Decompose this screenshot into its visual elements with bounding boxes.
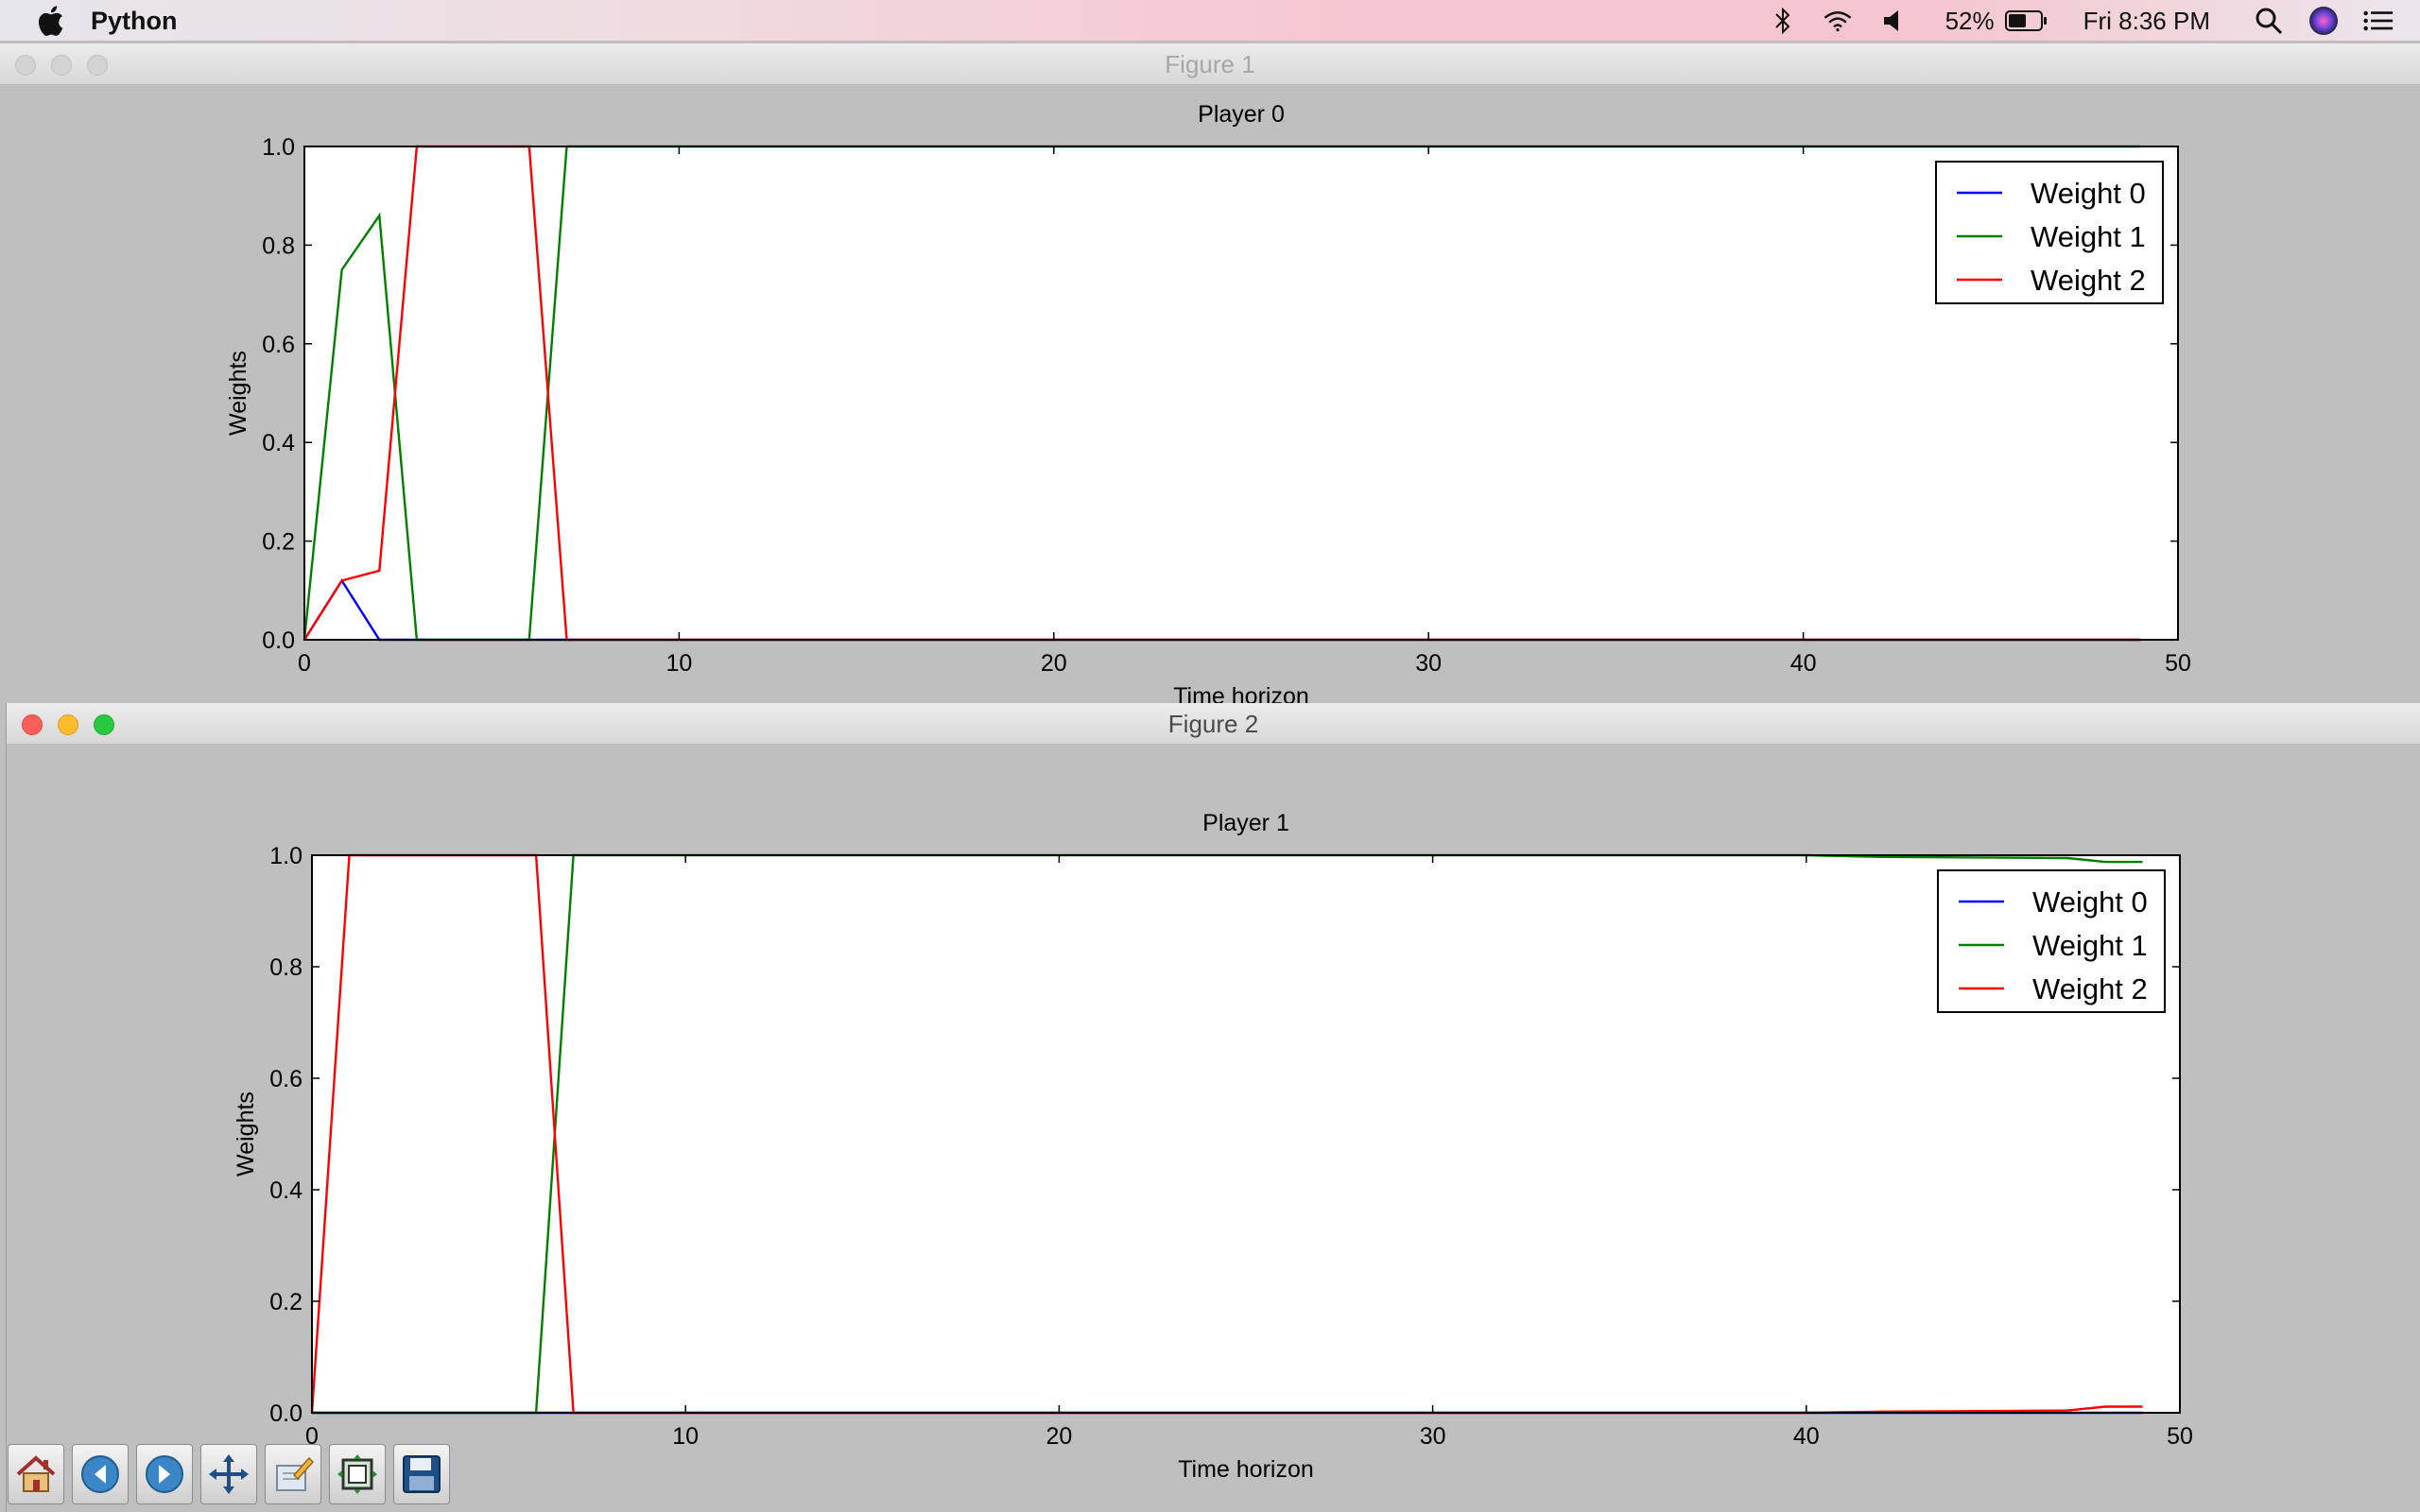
- legend-label: Weight 0: [2032, 885, 2148, 919]
- x-tick-label: 20: [1041, 650, 1067, 677]
- x-tick-label: 40: [1793, 1423, 1820, 1450]
- legend-label: Weight 2: [2032, 972, 2148, 1005]
- navigation-toolbar: [8, 1444, 450, 1510]
- figure-2-titlebar[interactable]: Figure 2: [7, 703, 2420, 745]
- pan-icon: [209, 1454, 249, 1494]
- save-button[interactable]: [393, 1444, 450, 1504]
- back-arrow-icon: [81, 1455, 119, 1493]
- back-button[interactable]: [72, 1444, 129, 1504]
- y-tick-label: 1.0: [269, 843, 302, 869]
- x-tick-label: 50: [2165, 650, 2191, 677]
- close-button[interactable]: [15, 55, 36, 76]
- x-tick-label: 30: [1415, 650, 1442, 677]
- close-button[interactable]: [22, 714, 43, 735]
- window-title: Figure 1: [1165, 50, 1255, 78]
- x-tick-label: 10: [672, 1423, 699, 1450]
- y-tick-label: 0.6: [262, 332, 295, 358]
- y-axis-label: Weights: [225, 351, 251, 436]
- legend-label: Weight 0: [2031, 177, 2146, 210]
- y-tick-label: 0.2: [262, 529, 295, 556]
- y-tick-label: 0.0: [262, 627, 295, 654]
- x-axis-label: Time horizon: [1178, 1456, 1314, 1482]
- x-tick-label: 0: [298, 650, 311, 677]
- home-button[interactable]: [8, 1444, 64, 1504]
- menu-clock[interactable]: Fri 8:36 PM: [2083, 7, 2210, 36]
- y-tick-label: 1.0: [262, 134, 295, 161]
- volume-icon[interactable]: [1877, 6, 1908, 36]
- home-icon: [16, 1455, 56, 1492]
- figure-1-titlebar[interactable]: Figure 1: [0, 43, 2420, 85]
- zoom-rect-icon: [276, 1456, 315, 1491]
- notification-center-icon[interactable]: [2363, 6, 2394, 36]
- chart-title: Player 1: [1202, 810, 1289, 836]
- spotlight-icon[interactable]: [2254, 6, 2284, 36]
- save-icon: [403, 1455, 441, 1493]
- figure-1-window: Figure 1 0 10 20 30 40 50 0.0 0.2 0.4 0.6 0.8 1.0 Pl…: [0, 43, 2420, 705]
- x-tick-label: 20: [1046, 1423, 1072, 1450]
- minimize-button[interactable]: [51, 55, 72, 76]
- y-tick-label: 0.6: [269, 1066, 302, 1092]
- zoom-rect-button[interactable]: [265, 1444, 321, 1504]
- y-tick-label: 0.4: [269, 1177, 302, 1204]
- legend-label: Weight 1: [2032, 929, 2148, 962]
- player-1-chart[interactable]: 0 10 20 30 40 500.00.20.40.60.81.0Player 1Tim…: [6, 745, 2420, 1482]
- menu-bar: Python 52% Fri 8:36 PM: [0, 0, 2420, 42]
- y-tick-label: 0.0: [269, 1400, 302, 1427]
- y-tick-label: 0.2: [269, 1289, 302, 1315]
- forward-button[interactable]: [136, 1444, 193, 1504]
- legend: Weight 0 Weight 1 Weight 2: [1937, 869, 2166, 1013]
- plot-area: [312, 855, 2180, 1413]
- x-axis-label: Time horizon: [1173, 683, 1309, 705]
- pan-button[interactable]: [200, 1444, 257, 1504]
- y-axis-label: Weights: [233, 1091, 259, 1177]
- battery-percentage[interactable]: 52%: [1945, 7, 1995, 36]
- chart-title: Player 0: [1198, 101, 1285, 128]
- subplots-button[interactable]: [329, 1444, 386, 1504]
- x-tick-label: 30: [1420, 1423, 1446, 1450]
- y-tick-label: 0.4: [262, 430, 295, 456]
- forward-arrow-icon: [146, 1455, 183, 1493]
- figure-2-window: Figure 2 0 10 20 30 40 50 0.0 0.2 0.4 0.6 0.8 1.0 Pl…: [6, 703, 2420, 1512]
- battery-icon[interactable]: [2004, 6, 2049, 36]
- subplots-icon: [337, 1454, 377, 1494]
- legend-label: Weight 1: [2031, 220, 2146, 253]
- bluetooth-icon[interactable]: [1768, 6, 1798, 36]
- apple-icon[interactable]: [36, 5, 64, 37]
- y-tick-label: 0.8: [262, 232, 295, 259]
- x-tick-label: 10: [666, 650, 692, 677]
- x-tick-label: 40: [1790, 650, 1817, 677]
- wifi-icon[interactable]: [1823, 6, 1853, 36]
- legend-label: Weight 2: [2031, 264, 2146, 297]
- zoom-button[interactable]: [94, 714, 114, 735]
- x-tick-label: 50: [2167, 1423, 2193, 1450]
- zoom-button[interactable]: [87, 55, 108, 76]
- app-menu-name[interactable]: Python: [91, 7, 178, 36]
- y-tick-label: 0.8: [269, 954, 302, 981]
- siri-icon[interactable]: [2308, 6, 2339, 36]
- player-0-chart[interactable]: 0 10 20 30 40 50 0.0 0.2 0.4 0.6 0.8 1.0 Player 0 Tim…: [0, 85, 2420, 705]
- window-title: Figure 2: [1167, 710, 1259, 738]
- legend: Weight 0 Weight 1 Weight 2: [1935, 161, 2164, 304]
- minimize-button[interactable]: [58, 714, 78, 735]
- plot-area: [304, 146, 2178, 640]
